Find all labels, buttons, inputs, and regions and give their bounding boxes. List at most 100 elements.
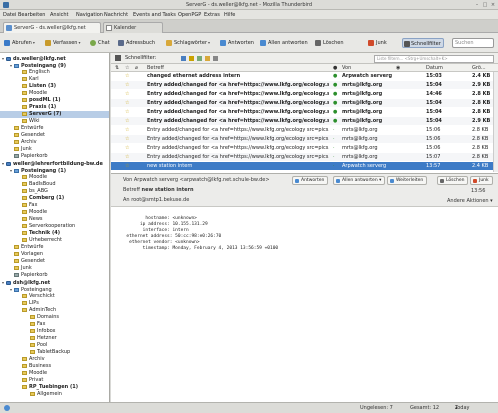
star-icon[interactable]: ☆ <box>125 162 133 170</box>
star-icon[interactable]: ☆ <box>125 153 133 161</box>
column-from[interactable]: Von <box>342 64 351 72</box>
header-delete-button[interactable]: Löschen <box>437 176 469 185</box>
read-status-icon[interactable]: · <box>333 135 341 143</box>
folder-item[interactable]: TabletBackup <box>0 349 109 356</box>
today-pane-toggle[interactable]: Today Pane ▴ <box>455 403 469 413</box>
folder-item[interactable]: Pool <box>0 342 109 349</box>
folder-item[interactable]: Papierkorb <box>0 153 109 160</box>
read-status-icon[interactable]: · <box>333 153 341 161</box>
folder-item[interactable]: Junk <box>0 265 109 272</box>
folder-item[interactable]: Moodle <box>0 370 109 377</box>
folder-item[interactable]: Vorlagen <box>0 251 109 258</box>
message-list-scrollbar[interactable] <box>493 72 498 172</box>
junk-column-icon[interactable]: ◉ <box>396 64 400 72</box>
folder-item[interactable]: Gesendet <box>0 132 109 139</box>
menu-ansicht[interactable]: Ansicht <box>50 12 68 18</box>
message-row[interactable]: ☆ Entry added/changed for <a href=https:/… <box>111 81 498 89</box>
menu-openpgp[interactable]: OpenPGP <box>178 12 201 18</box>
folder-item[interactable]: Moodle <box>0 209 109 216</box>
close-icon[interactable]: × <box>490 2 496 8</box>
read-status-icon[interactable]: · <box>333 126 341 134</box>
account-item[interactable]: ▾ dsh@lkfg.net <box>0 279 109 286</box>
reply-button[interactable]: Antworten <box>220 38 254 48</box>
folder-item[interactable]: Urheberrecht <box>0 237 109 244</box>
quick-filter-button[interactable]: Schnellfilter <box>402 38 444 48</box>
read-column-icon[interactable]: ● <box>333 64 337 72</box>
message-row[interactable]: ☆ new station intern · Arpwatch serverg 13:5… <box>111 162 498 170</box>
message-row[interactable]: ☆ Entry added/changed for <a href=https:/… <box>111 135 498 143</box>
message-row[interactable]: ☆ Entry added/changed for <a href=https:/… <box>111 126 498 134</box>
read-status-icon[interactable]: ● <box>333 99 341 107</box>
star-icon[interactable]: ☆ <box>125 135 133 143</box>
message-row[interactable]: ☆ Entry added/changed for <a href=https:/… <box>111 99 498 107</box>
column-size[interactable]: Grö... <box>472 64 486 72</box>
folder-item[interactable]: ServerG (7) <box>0 111 109 118</box>
folder-item[interactable]: ▾ Posteingang (9) <box>0 62 109 69</box>
menu-nachricht[interactable]: Nachricht <box>104 12 128 18</box>
search-input[interactable]: Suchen <box>452 38 494 48</box>
folder-item[interactable]: Fax <box>0 202 109 209</box>
folder-item[interactable]: Domains <box>0 314 109 321</box>
star-icon[interactable]: ☆ <box>125 99 133 107</box>
thread-column-icon[interactable]: ⇅ <box>115 64 119 72</box>
tab-mail[interactable]: ServerG - ds.weller@lkfg.net <box>3 22 101 33</box>
compose-button[interactable]: Verfassen▾ <box>45 38 80 48</box>
folder-item[interactable]: LIPs <box>0 300 109 307</box>
header-reply-button[interactable]: Antworten <box>292 176 329 185</box>
pin-icon[interactable] <box>115 55 121 61</box>
folder-item[interactable]: Serverkooperation <box>0 223 109 230</box>
to-value[interactable]: root@smtp1.bekuse.de <box>131 197 189 203</box>
header-reply-all-button[interactable]: Allen antworten ▾ <box>333 176 386 185</box>
menu-bearbeiten[interactable]: Bearbeiten <box>18 12 45 18</box>
folder-item[interactable]: Listen (3) <box>0 83 109 90</box>
message-row[interactable]: ☆ Entry added/changed for <a href=https:/… <box>111 153 498 161</box>
message-row[interactable]: ☆ Entry added/changed for <a href=https:/… <box>111 108 498 116</box>
folder-item[interactable]: Business <box>0 363 109 370</box>
column-subject[interactable]: Betreff <box>147 64 164 72</box>
folder-item[interactable]: bs_ABG <box>0 188 109 195</box>
read-status-icon[interactable]: ● <box>333 72 341 80</box>
folder-item[interactable]: posdML (1) <box>0 97 109 104</box>
address-book-button[interactable]: Adressbuch <box>118 38 155 48</box>
chat-button[interactable]: Chat <box>90 38 110 48</box>
folder-item[interactable]: Fax <box>0 321 109 328</box>
star-icon[interactable]: ☆ <box>125 72 133 80</box>
folder-item[interactable]: Praxis (1) <box>0 104 109 111</box>
folder-item[interactable]: Technik (4) <box>0 230 109 237</box>
quick-filter-toggles[interactable] <box>181 56 221 62</box>
column-date[interactable]: Datum <box>426 64 443 72</box>
folder-item[interactable]: ▾ Posteingang (1) <box>0 167 109 174</box>
star-icon[interactable]: ☆ <box>125 126 133 134</box>
folder-item[interactable]: Hetzner <box>0 335 109 342</box>
delete-button[interactable]: Löschen <box>315 38 344 48</box>
message-row[interactable]: ☆ changed ethernet address intern ● Arpwatc… <box>111 72 498 80</box>
message-row[interactable]: ☆ Entry added/changed for <a href=https:/… <box>111 144 498 152</box>
get-mail-button[interactable]: Abrufen▾ <box>4 38 35 48</box>
folder-item[interactable]: Privat <box>0 377 109 384</box>
read-status-icon[interactable]: · <box>333 162 341 170</box>
folder-item[interactable]: Moodle <box>0 174 109 181</box>
folder-item[interactable]: News <box>0 216 109 223</box>
star-icon[interactable]: ☆ <box>125 117 133 125</box>
folder-item[interactable]: Englisch <box>0 69 109 76</box>
star-icon[interactable]: ☆ <box>125 108 133 116</box>
folder-item[interactable]: Infobox <box>0 328 109 335</box>
folder-item[interactable]: Entwürfe <box>0 244 109 251</box>
other-actions-menu[interactable]: Andere Aktionen ▾ <box>447 198 493 204</box>
folder-item[interactable]: Wiki <box>0 118 109 125</box>
read-status-icon[interactable]: ● <box>333 90 341 98</box>
menu-navigation[interactable]: Navigation <box>76 12 103 18</box>
folder-item[interactable]: Allgemein <box>0 391 109 398</box>
folder-item[interactable]: Verschickt <box>0 293 109 300</box>
folder-item[interactable]: Karl <box>0 76 109 83</box>
menu-hilfe[interactable]: Hilfe <box>224 12 235 18</box>
folder-item[interactable]: Archiv <box>0 356 109 363</box>
read-status-icon[interactable]: ● <box>333 117 341 125</box>
menu-datei[interactable]: Datei <box>3 12 16 18</box>
folder-item[interactable]: Comberg (1) <box>0 195 109 202</box>
message-row[interactable]: ☆ Entry added/changed for <a href=https:/… <box>111 90 498 98</box>
read-status-icon[interactable]: ● <box>333 108 341 116</box>
tags-button[interactable]: Schlagwörter▾ <box>166 38 210 48</box>
folder-item[interactable]: AdminTech <box>0 307 109 314</box>
attachment-column-icon[interactable]: ⌀ <box>135 64 138 72</box>
